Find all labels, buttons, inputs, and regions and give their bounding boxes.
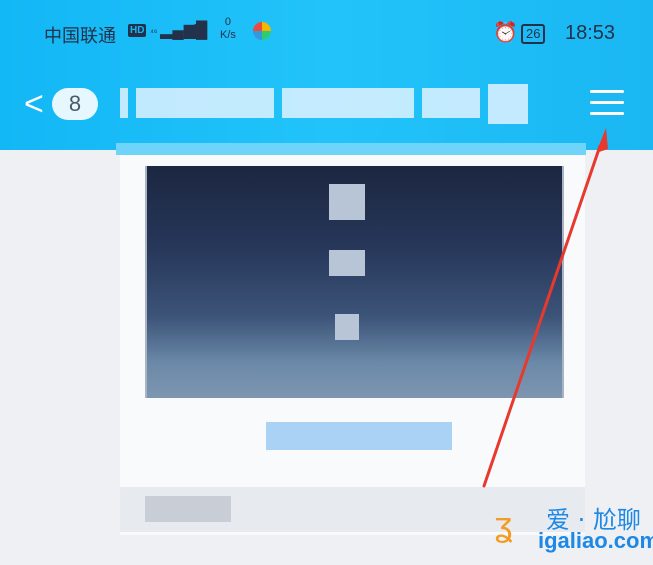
- annotation-arrow: [482, 128, 608, 488]
- annotation-arrow-head: [596, 128, 608, 153]
- watermark-logo: ʓ 爱 · 尬聊 igaliao.com: [488, 498, 653, 558]
- annotation-arrow-line: [482, 144, 602, 488]
- runner-logo-icon: ʓ: [494, 506, 513, 544]
- watermark-url: igaliao.com: [538, 528, 653, 553]
